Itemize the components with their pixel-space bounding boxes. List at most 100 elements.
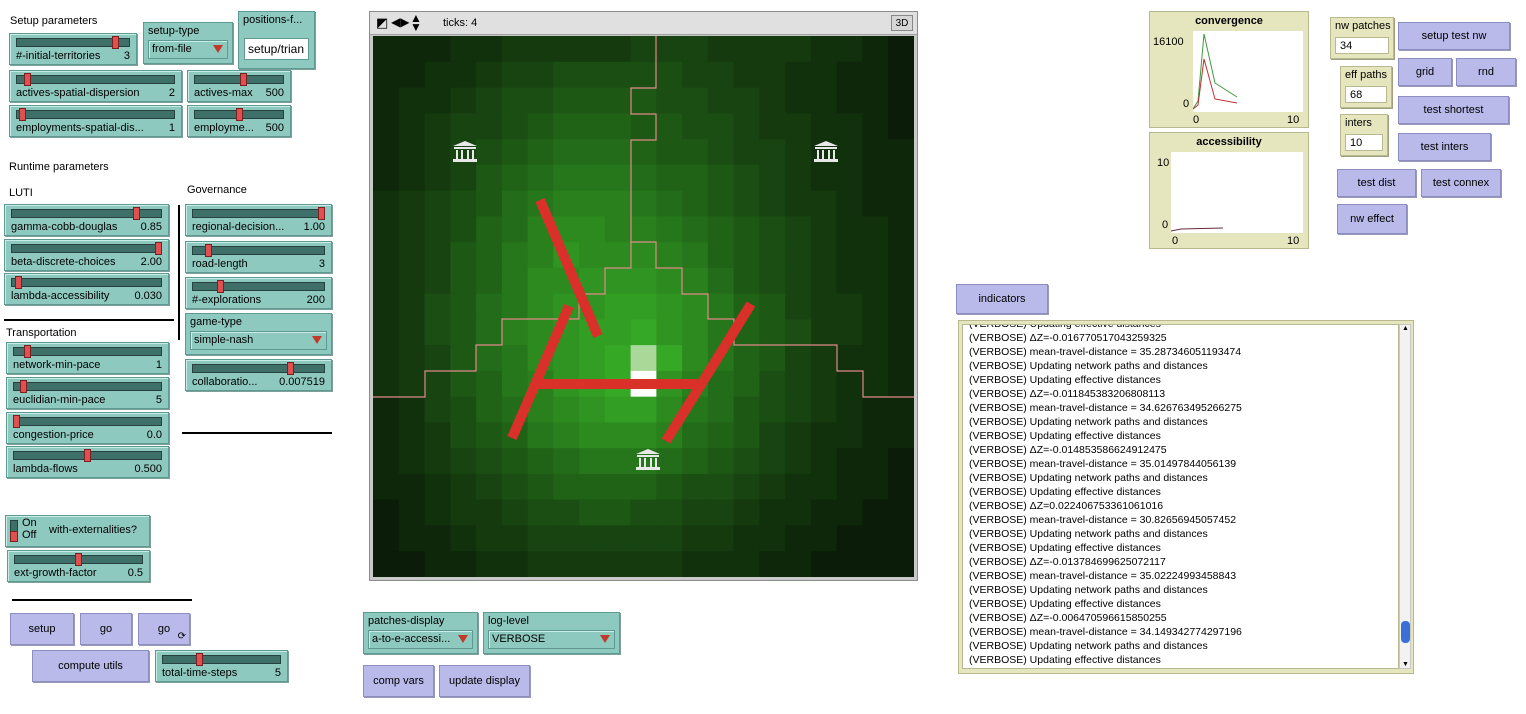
slider-road-length[interactable]: road-length 3 [185,241,332,273]
slider-initial-territories[interactable]: #-initial-territories 3 [9,33,137,65]
patch [759,36,786,63]
slider-knob[interactable] [75,553,82,566]
patch [501,293,529,320]
world-canvas[interactable] [373,36,914,577]
chooser-game-type[interactable]: game-type simple-nash [185,313,332,355]
patch [862,345,889,372]
patch [579,61,606,89]
slider-network-min-pace[interactable]: network-min-pace 1 [6,342,169,374]
slider-collaboration[interactable]: collaboratio... 0.007519 [185,359,332,391]
patch [733,525,761,552]
chooser-setup-type[interactable]: setup-type from-file [143,22,233,64]
test-dist-button[interactable]: test dist [1337,169,1416,197]
slider-knob[interactable] [84,449,91,462]
slider-actives-max[interactable]: actives-max 500 [187,70,291,102]
switch-with-externalities[interactable]: On Off with-externalities? [5,515,150,547]
patch [450,345,477,372]
slider-knob[interactable] [24,73,31,86]
patch [682,345,709,372]
patch [759,190,786,217]
slider-congestion-price[interactable]: congestion-price 0.0 [6,412,169,444]
scroll-thumb[interactable] [1401,621,1410,643]
slider-regional-decision[interactable]: regional-decision... 1.00 [185,204,332,236]
slider-knob[interactable] [133,207,140,220]
slider-knob[interactable] [287,362,294,375]
edit-shape-icon[interactable]: ◩ [376,15,388,31]
setup-test-nw-button[interactable]: setup test nw [1398,22,1510,50]
slider-employments-spatial-dispersion[interactable]: employments-spatial-dis... 1 [9,105,182,137]
slider-knob[interactable] [155,242,162,255]
patch [810,216,838,243]
slider-knob[interactable] [240,73,247,86]
patch [862,525,889,552]
grid-button[interactable]: grid [1398,58,1452,86]
go-once-button[interactable]: go [80,613,132,645]
dropdown-arrow-icon [600,635,610,643]
patch [888,396,914,424]
patch [785,139,812,166]
slider-actives-spatial-dispersion[interactable]: actives-spatial-dispersion 2 [9,70,182,102]
patch [810,164,838,192]
patch [682,164,709,192]
indicators-button[interactable]: indicators [956,284,1048,314]
patch [424,370,451,398]
patch [476,370,503,398]
slider-euclidian-min-pace[interactable]: euclidian-min-pace 5 [6,377,169,409]
output-line: (VERBOSE) Updating effective distances [969,542,1161,554]
nw-effect-button[interactable]: nw effect [1337,204,1407,234]
output-line: (VERBOSE) Updating effective distances [969,430,1161,442]
setup-button[interactable]: setup [10,613,74,645]
scroll-down-icon[interactable]: ▼ [1402,661,1409,668]
patch [373,139,400,166]
patch [810,319,838,346]
slider-knob[interactable] [15,276,22,289]
scroll-up-icon[interactable]: ▲ [1402,325,1409,332]
slider-gamma-cobb-douglas[interactable]: gamma-cobb-douglas 0.85 [4,204,169,236]
scrollbar[interactable]: ▲ ▼ [1399,324,1411,669]
patch [579,499,606,527]
slider-total-time-steps[interactable]: total-time-steps 5 [155,650,288,682]
slider-knob[interactable] [19,108,26,121]
patch [450,293,477,320]
output-line: (VERBOSE) Updating effective distances [969,486,1161,498]
go-forever-button[interactable]: go ⟳ [138,613,190,645]
update-display-button[interactable]: update display [439,665,530,697]
slider-ext-growth-factor[interactable]: ext-growth-factor 0.5 [7,550,150,582]
slider-knob[interactable] [24,345,31,358]
patch [373,293,400,320]
slider-knob[interactable] [236,108,243,121]
input-positions-file[interactable]: positions-f... setup/trian [238,11,315,69]
slider-lambda-flows[interactable]: lambda-flows 0.500 [6,446,169,478]
slider-lambda-accessibility[interactable]: lambda-accessibility 0.030 [4,273,169,305]
test-connex-button[interactable]: test connex [1421,169,1501,197]
test-inters-button[interactable]: test inters [1398,133,1491,161]
slider-knob[interactable] [205,244,212,257]
world-view-frame: ◩ ◀▶ ▲ ▼ ticks: 4 3D [369,11,918,581]
chooser-patches-display[interactable]: patches-display a-to-e-accessi... [363,612,478,654]
accessibility-series [1171,227,1224,232]
chooser-log-level[interactable]: log-level VERBOSE [483,612,620,654]
switch-knob[interactable] [10,531,18,542]
positions-file-field[interactable]: setup/trian [244,38,309,60]
slider-explorations[interactable]: #-explorations 200 [185,277,332,309]
monitor-inters: inters 10 [1340,114,1388,156]
horizontal-arrows-icon[interactable]: ◀▶ [391,15,409,29]
test-shortest-button[interactable]: test shortest [1398,96,1509,124]
patch [398,87,426,114]
slider-knob[interactable] [196,653,203,666]
slider-employments-max[interactable]: employme... 500 [187,105,291,137]
slider-beta-discrete-choices[interactable]: beta-discrete-choices 2.00 [4,239,169,271]
comp-vars-button[interactable]: comp vars [363,665,434,697]
3d-button[interactable]: 3D [891,15,913,31]
rnd-button[interactable]: rnd [1456,58,1516,86]
compute-utils-button[interactable]: compute utils [32,650,149,682]
patch [579,422,606,449]
slider-knob[interactable] [20,380,27,393]
slider-knob[interactable] [318,207,325,220]
patch [450,216,477,243]
patch [785,113,812,140]
slider-knob[interactable] [112,36,119,49]
slider-knob[interactable] [217,280,224,293]
slider-knob[interactable] [13,415,20,428]
vertical-arrows-icon[interactable]: ▲ ▼ [410,12,422,33]
